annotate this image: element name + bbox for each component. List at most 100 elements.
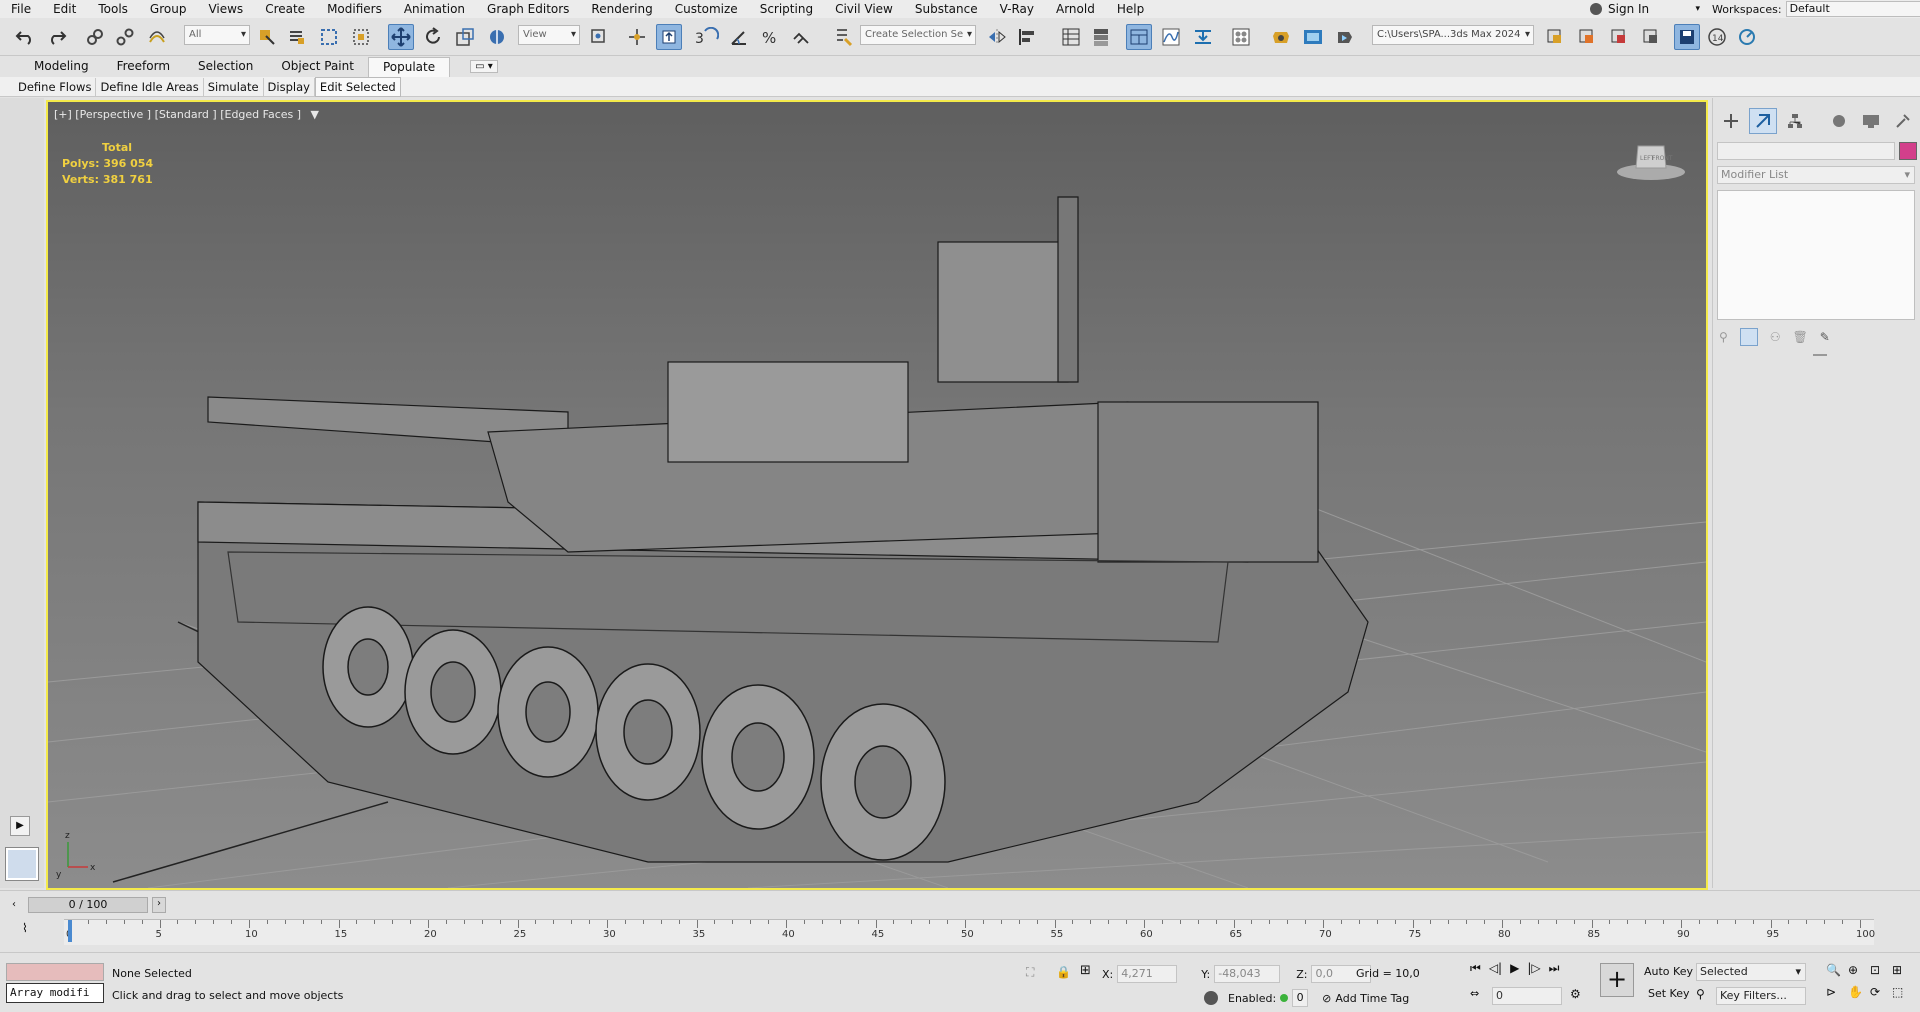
previous-frame-icon[interactable]: ◁| [1489, 961, 1502, 976]
remove-modifier-icon[interactable]: 🗑 [1793, 330, 1808, 344]
rendered-frame-window-icon[interactable] [1300, 24, 1326, 50]
schematic-view-icon[interactable] [1190, 24, 1216, 50]
set-keys-icon[interactable]: + [1600, 963, 1634, 997]
menu-create[interactable]: Create [254, 0, 316, 18]
time-slider-next-icon[interactable]: › [152, 897, 166, 913]
select-and-move-icon[interactable] [388, 24, 414, 50]
select-by-name-icon[interactable] [284, 24, 310, 50]
auto-key-button[interactable]: Auto Key [1644, 965, 1693, 978]
named-selection-sets-dropdown[interactable]: Create Selection Se [860, 25, 976, 45]
play-icon[interactable]: ▶ [1510, 961, 1519, 976]
modify-panel-icon[interactable] [1749, 108, 1777, 134]
make-unique-icon[interactable]: ⚇ [1770, 330, 1781, 344]
adaptive-degradation-icon[interactable] [1204, 991, 1218, 1005]
time-tag-icon[interactable]: ⊘ [1322, 992, 1331, 1005]
maximize-viewport-icon[interactable]: ⬚ [1892, 985, 1914, 999]
modifier-list-dropdown[interactable]: Modifier List ▾ [1717, 166, 1915, 184]
save-icon[interactable] [1674, 24, 1700, 50]
menu-file[interactable]: File [0, 0, 42, 18]
angle-snap-icon[interactable] [726, 24, 752, 50]
menu-graph-editors[interactable]: Graph Editors [476, 0, 580, 18]
pan-view-icon[interactable]: ✋ [1848, 985, 1870, 999]
y-coordinate-field[interactable]: -48,043 [1214, 965, 1281, 983]
select-manipulate-icon[interactable] [624, 24, 650, 50]
selection-lock-icon[interactable]: 🔒 [1056, 965, 1071, 979]
menu-civil-view[interactable]: Civil View [824, 0, 904, 18]
percent-snap-icon[interactable]: % [756, 24, 782, 50]
select-and-link-icon[interactable] [82, 24, 108, 50]
object-name-field[interactable] [1717, 142, 1895, 160]
utilities-panel-icon[interactable] [1889, 108, 1917, 134]
show-end-result-icon[interactable] [1739, 328, 1758, 346]
redo-icon[interactable] [44, 24, 70, 50]
workspaces-dropdown[interactable]: Default [1785, 1, 1920, 17]
menu-views[interactable]: Views [197, 0, 254, 18]
undo-icon[interactable] [12, 24, 38, 50]
selection-filter-dropdown[interactable]: All [184, 25, 250, 45]
ribbon-options-icon[interactable]: ▭ ▾ [470, 60, 498, 73]
menu-scripting[interactable]: Scripting [749, 0, 824, 18]
menu-rendering[interactable]: Rendering [580, 0, 663, 18]
key-mode-dropdown[interactable]: Selected ▾ [1696, 963, 1806, 981]
curve-editor-mini-icon[interactable]: ⌇ [22, 921, 28, 935]
enabled-value[interactable]: 0 [1292, 989, 1309, 1007]
set-key-button[interactable]: Set Key [1648, 987, 1690, 1000]
field-of-view-icon[interactable]: ⊳ [1826, 985, 1848, 999]
close-container-icon[interactable] [1606, 24, 1632, 50]
maxscript-mini-listener[interactable]: Array modifi [6, 983, 104, 1003]
open-container-icon[interactable] [1574, 24, 1600, 50]
zoom-all-icon[interactable]: ⊕ [1848, 963, 1870, 977]
scene-explorer-icon[interactable] [1058, 24, 1084, 50]
rectangular-selection-icon[interactable] [316, 24, 342, 50]
zoom-extents-icon[interactable]: ⊡ [1870, 963, 1892, 977]
display-panel-icon[interactable] [1857, 108, 1885, 134]
current-frame-field[interactable]: 0 [1492, 987, 1562, 1005]
window-crossing-icon[interactable] [348, 24, 374, 50]
subtab-define-flows[interactable]: Define Flows [14, 77, 97, 96]
pin-stack-icon[interactable]: ⚲ [1719, 330, 1728, 344]
go-to-end-icon[interactable]: ⏭ [1549, 961, 1560, 976]
render-setup-icon[interactable] [1268, 24, 1294, 50]
viewport-layout-thumbnail[interactable] [5, 847, 39, 881]
spinner-snap-icon[interactable] [788, 24, 814, 50]
tab-modeling[interactable]: Modeling [20, 57, 103, 76]
zoom-icon[interactable]: 🔍 [1826, 963, 1848, 977]
zoom-extents-all-icon[interactable]: ⊞ [1892, 963, 1914, 977]
time-slider-prev-icon[interactable]: ‹ [12, 899, 16, 910]
reference-coordinate-dropdown[interactable]: View [518, 25, 580, 45]
help-search-icon[interactable] [1734, 24, 1760, 50]
configure-modifier-sets-icon[interactable]: ✎ [1820, 330, 1830, 344]
trackbar[interactable]: 0510152025303540455055606570758085909510… [64, 919, 1875, 945]
menu-vray[interactable]: V-Ray [989, 0, 1045, 18]
bind-to-space-warp-icon[interactable] [144, 24, 170, 50]
menu-animation[interactable]: Animation [393, 0, 476, 18]
create-container-icon[interactable] [1542, 24, 1568, 50]
menu-edit[interactable]: Edit [42, 0, 87, 18]
layer-explorer-icon[interactable] [1088, 24, 1114, 50]
key-filter-icon[interactable]: ⚲ [1696, 987, 1705, 1001]
trackbar-current-frame-marker[interactable] [68, 920, 72, 942]
menu-substance[interactable]: Substance [904, 0, 989, 18]
expand-icon[interactable]: ▶ [10, 816, 30, 836]
time-configuration-icon[interactable]: ⚙ [1570, 987, 1581, 1001]
select-and-rotate-icon[interactable] [420, 24, 446, 50]
menu-help[interactable]: Help [1106, 0, 1155, 18]
perspective-viewport[interactable]: [+] [Perspective ] [Standard ] [Edged Fa… [46, 100, 1708, 890]
subtab-define-idle-areas[interactable]: Define Idle Areas [96, 77, 204, 96]
ribbon-toggle-icon[interactable] [1126, 24, 1152, 50]
create-panel-icon[interactable] [1717, 108, 1745, 134]
modifier-stack[interactable] [1717, 190, 1915, 320]
motion-panel-icon[interactable] [1825, 108, 1853, 134]
isolate-selection-icon[interactable]: ⛶ [1026, 965, 1034, 980]
subtab-display[interactable]: Display [264, 77, 315, 96]
select-and-scale-icon[interactable] [452, 24, 478, 50]
subtab-simulate[interactable]: Simulate [204, 77, 264, 96]
edit-named-selection-icon[interactable] [830, 24, 856, 50]
snaps-toggle-icon[interactable]: 3 [694, 24, 720, 50]
viewcube[interactable]: LEFT FRONT [1616, 138, 1686, 182]
x-coordinate-field[interactable]: 4,271 [1117, 965, 1178, 983]
menu-arnold[interactable]: Arnold [1045, 0, 1106, 18]
recent-files-icon[interactable]: 14 [1704, 24, 1730, 50]
tab-freeform[interactable]: Freeform [103, 57, 184, 76]
orbit-icon[interactable]: ⟳ [1870, 985, 1892, 999]
